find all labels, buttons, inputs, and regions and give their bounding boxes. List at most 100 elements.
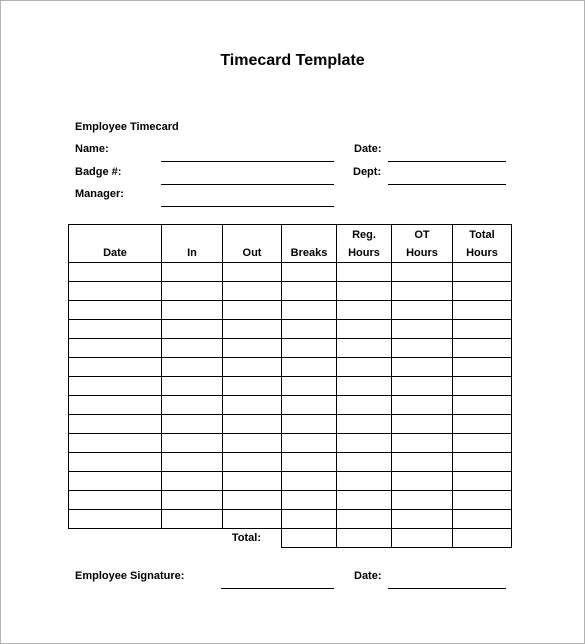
table-cell[interactable] bbox=[336, 281, 392, 301]
table-cell[interactable] bbox=[222, 452, 282, 472]
table-cell[interactable] bbox=[281, 357, 337, 377]
table-cell[interactable] bbox=[336, 433, 392, 453]
table-cell[interactable] bbox=[161, 319, 223, 339]
table-cell[interactable] bbox=[452, 452, 512, 472]
table-cell[interactable] bbox=[281, 319, 337, 339]
table-cell[interactable] bbox=[222, 471, 282, 491]
table-cell[interactable] bbox=[391, 452, 453, 472]
table-cell[interactable] bbox=[336, 300, 392, 320]
table-cell[interactable] bbox=[391, 414, 453, 434]
table-cell[interactable] bbox=[281, 281, 337, 301]
table-cell[interactable] bbox=[161, 262, 223, 282]
table-cell[interactable] bbox=[391, 319, 453, 339]
table-cell[interactable] bbox=[281, 262, 337, 282]
table-cell[interactable] bbox=[336, 262, 392, 282]
table-cell[interactable] bbox=[452, 414, 512, 434]
table-cell[interactable] bbox=[281, 395, 337, 415]
footer-date-field[interactable] bbox=[388, 588, 506, 589]
total-cell[interactable] bbox=[452, 528, 512, 548]
table-cell[interactable] bbox=[281, 433, 337, 453]
table-cell[interactable] bbox=[391, 471, 453, 491]
table-cell[interactable] bbox=[336, 471, 392, 491]
table-cell[interactable] bbox=[68, 452, 162, 472]
signature-field[interactable] bbox=[221, 588, 334, 589]
table-cell[interactable] bbox=[391, 433, 453, 453]
table-cell[interactable] bbox=[281, 490, 337, 510]
table-cell[interactable] bbox=[222, 338, 282, 358]
table-cell[interactable] bbox=[161, 357, 223, 377]
table-cell[interactable] bbox=[68, 414, 162, 434]
table-cell[interactable] bbox=[281, 471, 337, 491]
table-cell[interactable] bbox=[68, 319, 162, 339]
table-cell[interactable] bbox=[68, 376, 162, 396]
table-cell[interactable] bbox=[222, 414, 282, 434]
table-cell[interactable] bbox=[452, 471, 512, 491]
table-cell[interactable] bbox=[391, 300, 453, 320]
table-cell[interactable] bbox=[336, 452, 392, 472]
table-cell[interactable] bbox=[281, 414, 337, 434]
table-cell[interactable] bbox=[336, 490, 392, 510]
total-cell[interactable] bbox=[391, 528, 453, 548]
table-cell[interactable] bbox=[391, 376, 453, 396]
table-cell[interactable] bbox=[222, 300, 282, 320]
table-cell[interactable] bbox=[281, 509, 337, 529]
table-cell[interactable] bbox=[336, 509, 392, 529]
date-field[interactable] bbox=[388, 161, 506, 162]
table-cell[interactable] bbox=[222, 433, 282, 453]
table-cell[interactable] bbox=[452, 509, 512, 529]
table-cell[interactable] bbox=[391, 338, 453, 358]
table-cell[interactable] bbox=[452, 395, 512, 415]
table-cell[interactable] bbox=[336, 338, 392, 358]
table-cell[interactable] bbox=[222, 262, 282, 282]
table-cell[interactable] bbox=[336, 414, 392, 434]
table-cell[interactable] bbox=[452, 376, 512, 396]
table-cell[interactable] bbox=[281, 338, 337, 358]
table-cell[interactable] bbox=[391, 509, 453, 529]
table-cell[interactable] bbox=[336, 319, 392, 339]
table-cell[interactable] bbox=[336, 357, 392, 377]
table-cell[interactable] bbox=[161, 452, 223, 472]
table-cell[interactable] bbox=[222, 376, 282, 396]
badge-field[interactable] bbox=[161, 184, 334, 185]
table-cell[interactable] bbox=[161, 414, 223, 434]
table-cell[interactable] bbox=[222, 509, 282, 529]
table-cell[interactable] bbox=[68, 395, 162, 415]
table-cell[interactable] bbox=[222, 395, 282, 415]
table-cell[interactable] bbox=[68, 262, 162, 282]
table-cell[interactable] bbox=[281, 376, 337, 396]
table-cell[interactable] bbox=[68, 471, 162, 491]
table-cell[interactable] bbox=[452, 433, 512, 453]
table-cell[interactable] bbox=[222, 490, 282, 510]
table-cell[interactable] bbox=[452, 300, 512, 320]
table-cell[interactable] bbox=[161, 395, 223, 415]
table-cell[interactable] bbox=[391, 490, 453, 510]
table-cell[interactable] bbox=[452, 490, 512, 510]
table-cell[interactable] bbox=[452, 357, 512, 377]
table-cell[interactable] bbox=[68, 509, 162, 529]
table-cell[interactable] bbox=[452, 338, 512, 358]
table-cell[interactable] bbox=[161, 471, 223, 491]
table-cell[interactable] bbox=[161, 509, 223, 529]
table-cell[interactable] bbox=[222, 357, 282, 377]
table-cell[interactable] bbox=[161, 281, 223, 301]
total-cell[interactable] bbox=[336, 528, 392, 548]
table-cell[interactable] bbox=[68, 490, 162, 510]
table-cell[interactable] bbox=[68, 433, 162, 453]
table-cell[interactable] bbox=[281, 452, 337, 472]
table-cell[interactable] bbox=[391, 262, 453, 282]
table-cell[interactable] bbox=[68, 357, 162, 377]
table-cell[interactable] bbox=[161, 338, 223, 358]
table-cell[interactable] bbox=[161, 376, 223, 396]
table-cell[interactable] bbox=[68, 300, 162, 320]
table-cell[interactable] bbox=[391, 357, 453, 377]
table-cell[interactable] bbox=[68, 281, 162, 301]
manager-field[interactable] bbox=[161, 206, 334, 207]
table-cell[interactable] bbox=[161, 490, 223, 510]
total-cell[interactable] bbox=[281, 528, 337, 548]
dept-field[interactable] bbox=[388, 184, 506, 185]
table-cell[interactable] bbox=[68, 338, 162, 358]
table-cell[interactable] bbox=[452, 319, 512, 339]
table-cell[interactable] bbox=[222, 281, 282, 301]
table-cell[interactable] bbox=[452, 262, 512, 282]
table-cell[interactable] bbox=[281, 300, 337, 320]
